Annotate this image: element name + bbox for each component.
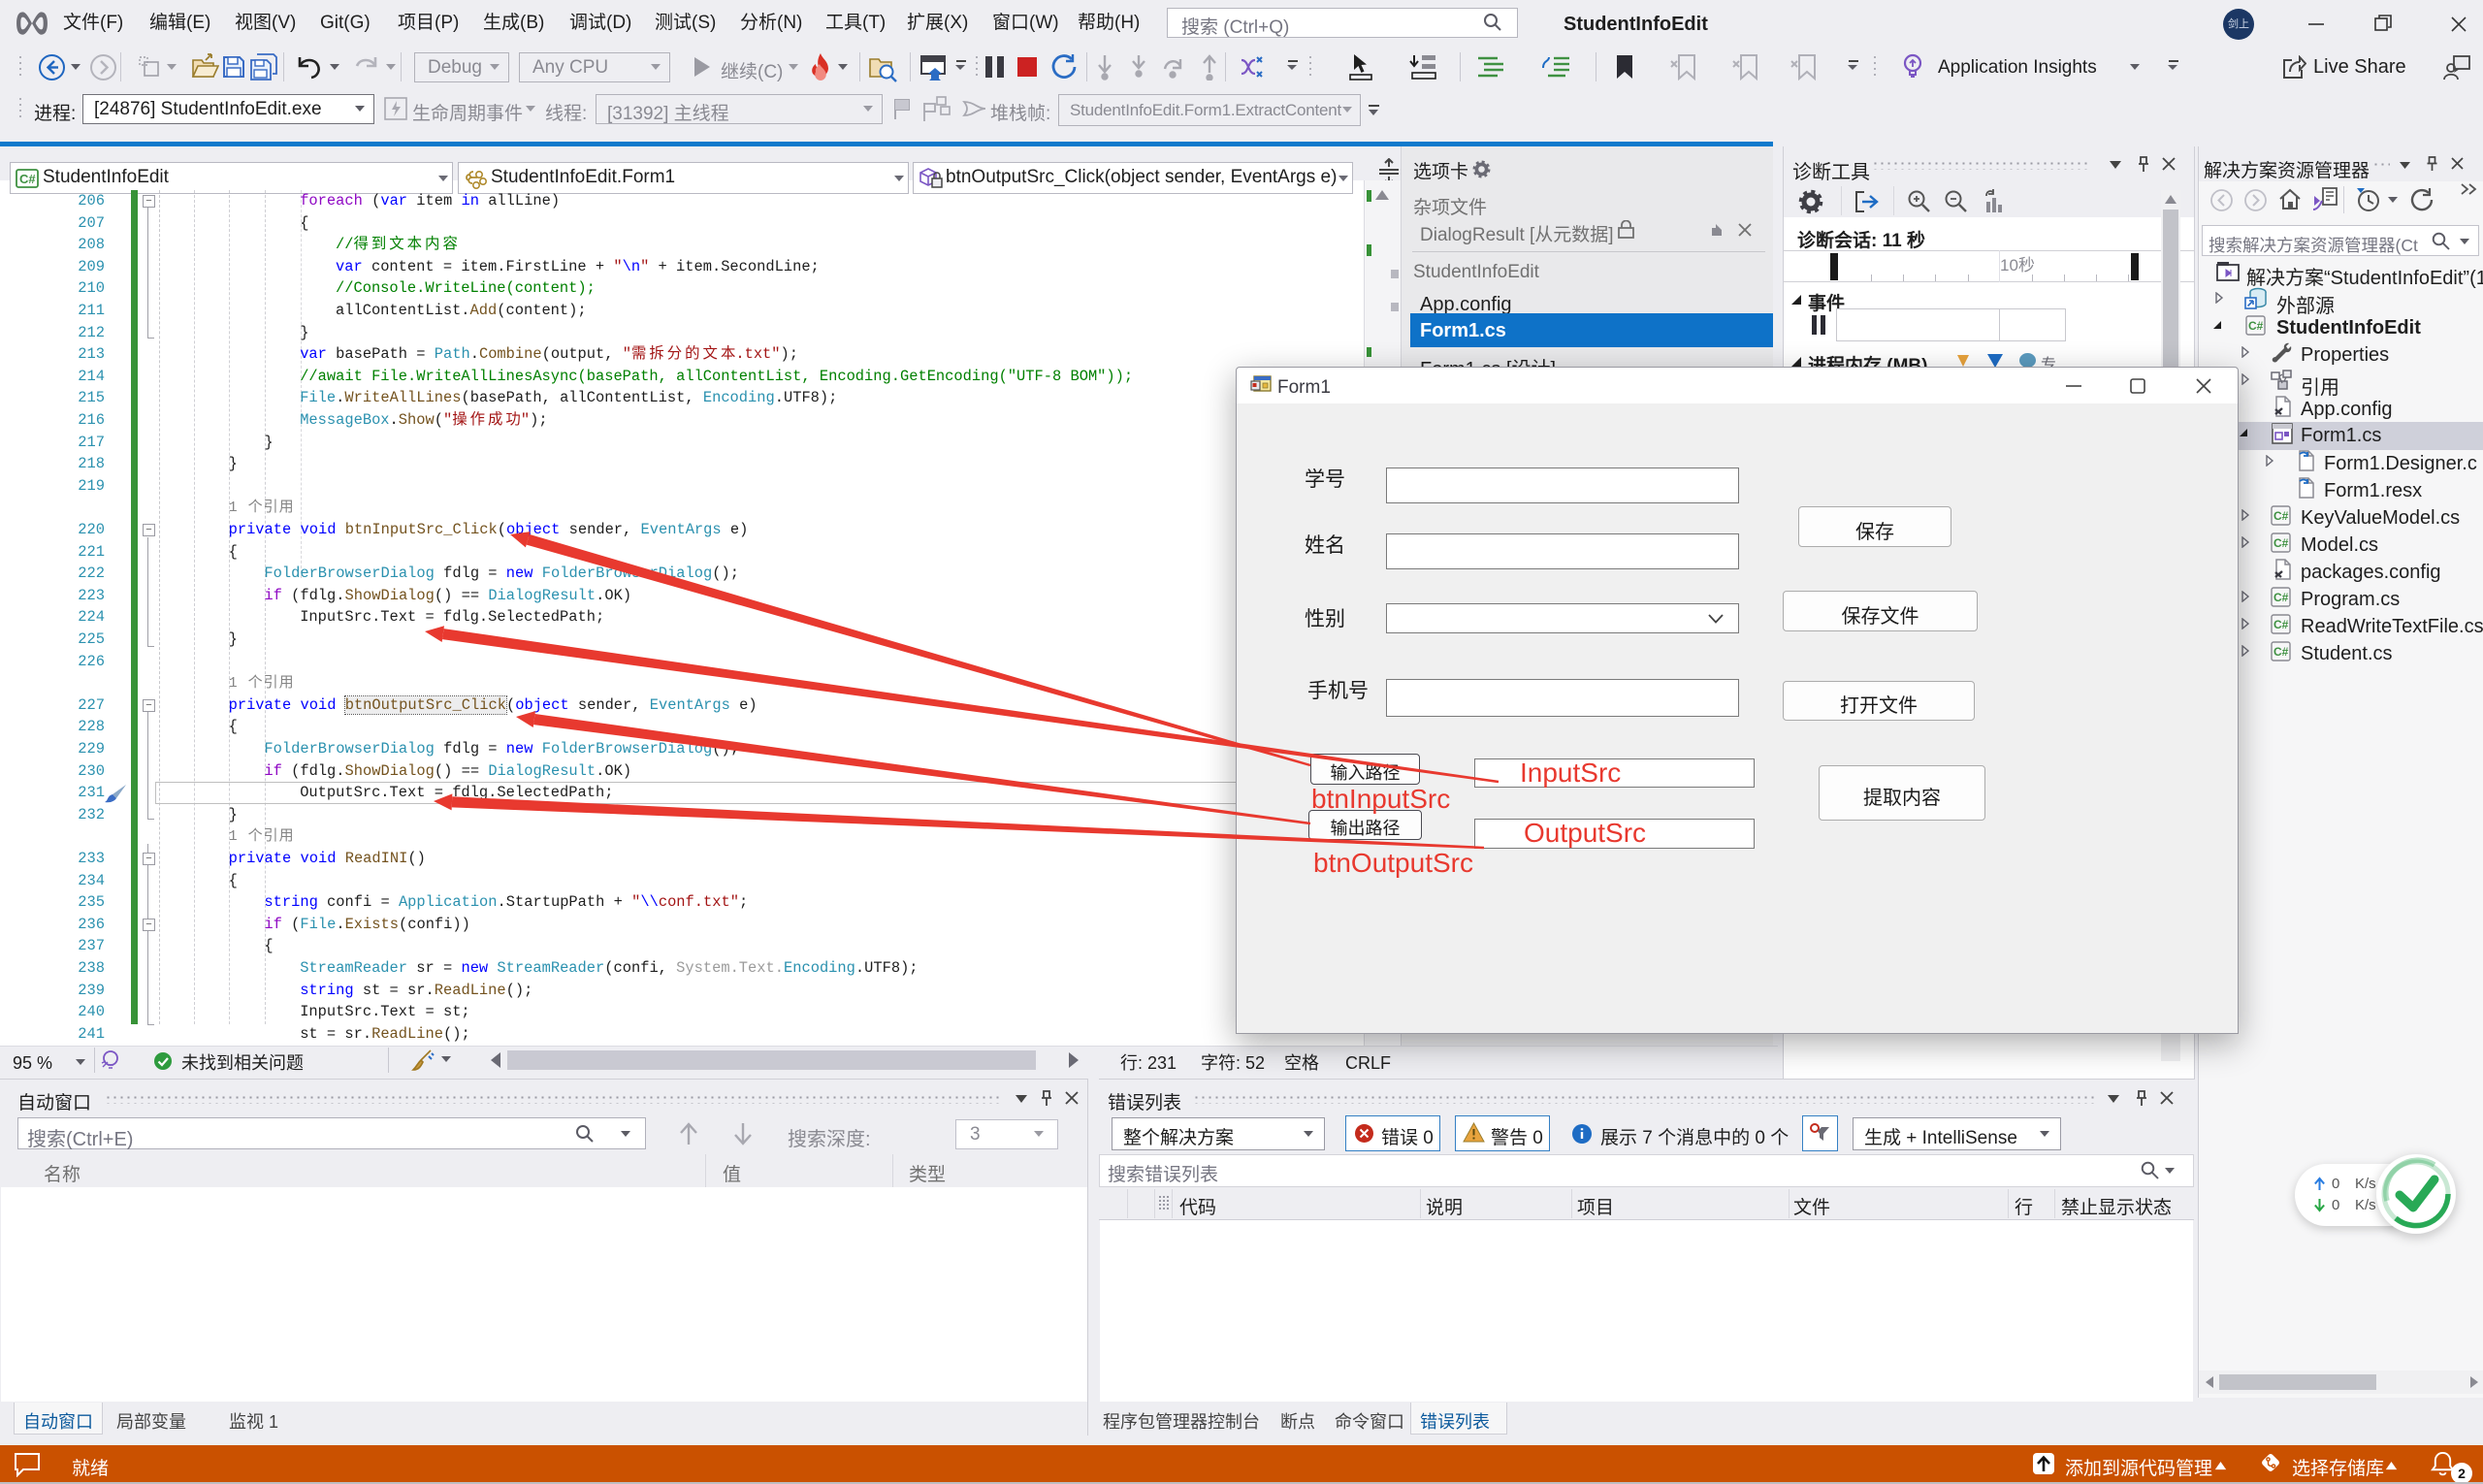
svg-text:C#: C# [2273,536,2289,550]
svg-text:C#: C# [19,172,36,186]
svg-text:C#: C# [2273,509,2289,523]
svg-text:C#: C# [2273,618,2289,631]
svg-text:C#: C# [2248,319,2264,333]
svg-text:C#: C# [2273,645,2289,659]
svg-text:C#: C# [2273,591,2289,604]
